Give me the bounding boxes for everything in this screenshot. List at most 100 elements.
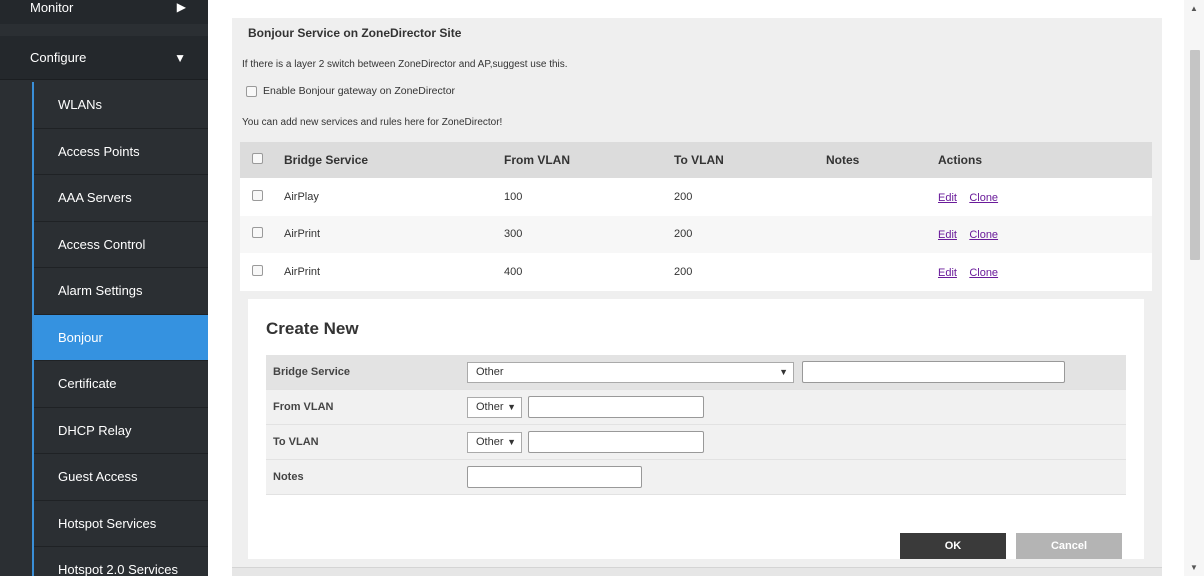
sidebar-item-label: Hotspot Services [58,515,157,531]
cell-from-vlan: 400 [504,265,523,278]
sidebar-item-access-control[interactable]: Access Control [34,221,208,268]
chevron-down-icon: ▼ [174,50,186,65]
sidebar-item-bonjour[interactable]: Bonjour [34,314,208,361]
row-checkbox[interactable] [252,227,263,239]
sidebar-monitor-label: Monitor [30,0,74,15]
sidebar-item-dhcp-relay[interactable]: DHCP Relay [34,407,208,454]
page-scrollbar[interactable]: ▲ ▼ [1184,0,1204,576]
header-notes[interactable]: Notes [826,153,938,167]
caret-down-icon: ▼ [507,437,516,447]
sidebar-item-label: Guest Access [58,469,138,485]
scrollbar-thumb[interactable] [1190,50,1200,260]
notes-input[interactable] [467,466,642,488]
sidebar-item-hotspot-services[interactable]: Hotspot Services [34,500,208,547]
scroll-down-icon[interactable]: ▼ [1190,563,1198,572]
section-title: Bonjour Service on ZoneDirector Site [248,26,462,40]
from-vlan-input[interactable] [528,396,704,418]
create-new-form: Bridge Service Other ▼ From VLAN Other ▼ [266,355,1126,495]
sidebar-item-alarm-settings[interactable]: Alarm Settings [34,268,208,315]
to-vlan-select[interactable]: Other ▼ [467,431,522,453]
edit-link[interactable]: Edit [938,192,957,204]
bridge-service-name-input[interactable] [802,361,1065,383]
bonjour-panel: Bonjour Service on ZoneDirector Site If … [232,18,1162,576]
sidebar-item-label: Certificate [58,376,117,392]
cell-to-vlan: 200 [674,190,693,203]
sidebar-item-wlans[interactable]: WLANs [34,82,208,129]
clone-link[interactable]: Clone [969,229,998,241]
cell-to-vlan: 200 [674,265,693,278]
cell-bridge-service: AirPrint [284,228,321,241]
sidebar-item-label: AAA Servers [58,190,132,206]
add-services-text: You can add new services and rules here … [242,117,503,128]
clone-link[interactable]: Clone [969,192,998,204]
sidebar-item-label: Hotspot 2.0 Services [58,562,178,576]
sidebar-item-aaa-servers[interactable]: AAA Servers [34,175,208,222]
services-table: Bridge Service From VLAN To VLAN Notes A… [240,142,1152,291]
row-checkbox[interactable] [252,264,263,276]
enable-gateway-label: Enable Bonjour gateway on ZoneDirector [263,85,456,97]
gateway-option: Enable Bonjour gateway on ZoneDirector [246,85,455,97]
cell-from-vlan: 300 [504,228,523,241]
sidebar-item-label: WLANs [58,97,103,113]
from-vlan-label: From VLAN [273,401,334,413]
to-vlan-label: To VLAN [273,436,319,448]
to-vlan-input[interactable] [528,431,704,453]
table-header: Bridge Service From VLAN To VLAN Notes A… [240,142,1152,178]
configure-submenu: WLANs Access Points AAA Servers Access C… [32,82,208,576]
sidebar-item-label: Access Control [58,236,146,252]
form-row-from-vlan: From VLAN Other ▼ [266,390,1126,425]
header-from-vlan[interactable]: From VLAN [504,153,674,167]
edit-link[interactable]: Edit [938,267,957,279]
cell-from-vlan: 100 [504,190,523,203]
header-to-vlan[interactable]: To VLAN [674,153,826,167]
from-vlan-select[interactable]: Other ▼ [467,396,522,418]
ok-button[interactable]: OK [900,533,1006,559]
header-actions: Actions [938,153,983,167]
cell-actions: Edit Clone [938,190,1152,204]
scroll-up-icon[interactable]: ▲ [1190,4,1198,13]
cell-actions: Edit Clone [938,227,1152,241]
table-row: AirPrint 400 200 Edit Clone [240,253,1152,291]
caret-down-icon: ▼ [779,367,788,377]
create-new-title: Create New [266,319,359,338]
sidebar-item-configure[interactable]: Configure ▼ [0,36,208,80]
bridge-service-select-value: Other [476,366,504,378]
enable-gateway-checkbox[interactable] [246,85,257,97]
sidebar-item-label: DHCP Relay [58,422,132,438]
sidebar-item-access-points[interactable]: Access Points [34,128,208,175]
sidebar-item-label: Bonjour [58,329,103,345]
sidebar-item-guest-access[interactable]: Guest Access [34,454,208,501]
edit-link[interactable]: Edit [938,229,957,241]
sidebar-item-label: Alarm Settings [58,283,143,299]
table-row: AirPlay 100 200 Edit Clone [240,178,1152,216]
sidebar-item-certificate[interactable]: Certificate [34,361,208,408]
sidebar-item-label: Access Points [58,143,140,159]
create-new-panel: Create New Bridge Service Other ▼ From V… [248,299,1144,559]
caret-down-icon: ▼ [507,402,516,412]
cell-actions: Edit Clone [938,265,1152,279]
header-bridge-service[interactable]: Bridge Service [276,153,504,167]
sidebar-item-monitor[interactable]: Monitor ▶ [0,0,208,24]
sidebar-configure-label: Configure [30,50,87,65]
select-all-checkbox[interactable] [252,153,263,164]
notes-label: Notes [273,471,304,483]
to-vlan-select-value: Other [476,436,504,448]
form-row-bridge-service: Bridge Service Other ▼ [266,355,1126,390]
sidebar: Monitor ▶ Configure ▼ WLANs Access Point… [0,0,208,576]
form-row-notes: Notes [266,460,1126,495]
next-section-strip [232,567,1162,576]
from-vlan-select-value: Other [476,401,504,413]
info-text: If there is a layer 2 switch between Zon… [242,59,568,70]
cell-to-vlan: 200 [674,228,693,241]
chevron-right-icon: ▶ [176,0,186,14]
cell-bridge-service: AirPrint [284,265,321,278]
row-checkbox[interactable] [252,189,263,201]
form-row-to-vlan: To VLAN Other ▼ [266,425,1126,460]
bridge-service-label: Bridge Service [273,366,351,378]
table-row: AirPrint 300 200 Edit Clone [240,215,1152,253]
cancel-button[interactable]: Cancel [1016,533,1122,559]
cell-bridge-service: AirPlay [284,190,319,203]
clone-link[interactable]: Clone [969,267,998,279]
sidebar-item-hotspot-2-services[interactable]: Hotspot 2.0 Services [34,547,208,576]
bridge-service-select[interactable]: Other ▼ [467,361,794,383]
